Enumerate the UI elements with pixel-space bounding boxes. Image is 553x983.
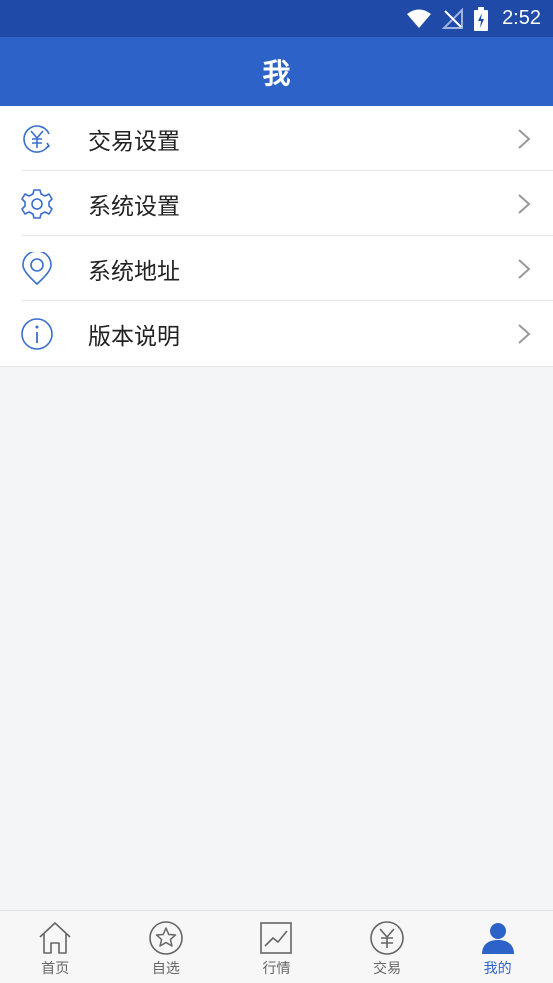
yen-refresh-icon (23, 125, 51, 153)
location-pin-icon (22, 252, 52, 286)
menu-item-label: 交易设置 (88, 128, 180, 155)
home-icon (39, 922, 71, 954)
settings-menu: 交易设置 系统设置 系统地址 版本说明 (0, 106, 553, 367)
tab-label: 首页 (41, 961, 70, 977)
page-title: 我 (262, 56, 291, 90)
yen-icon (370, 921, 404, 955)
chart-icon (260, 922, 293, 954)
tab-label: 我的 (483, 961, 512, 977)
menu-item-system-address[interactable]: 系统地址 (0, 236, 553, 301)
menu-item-label: 系统地址 (88, 258, 180, 285)
bottom-tab-bar: 首页 自选 行情 交易 我的 (0, 910, 553, 983)
tab-label: 行情 (262, 961, 291, 977)
menu-item-version-info[interactable]: 版本说明 (0, 301, 553, 366)
tab-trade[interactable]: 交易 (332, 911, 443, 983)
chevron-right-icon (518, 324, 531, 344)
status-icons: 2:52 (406, 0, 541, 37)
status-time: 2:52 (502, 7, 541, 29)
tab-label: 交易 (373, 961, 402, 977)
info-icon (21, 318, 53, 350)
chevron-right-icon (518, 259, 531, 279)
menu-item-label: 系统设置 (88, 193, 180, 220)
gear-icon (21, 189, 53, 219)
menu-item-trade-settings[interactable]: 交易设置 (0, 106, 553, 171)
tab-home[interactable]: 首页 (0, 911, 111, 983)
menu-item-system-settings[interactable]: 系统设置 (0, 171, 553, 236)
star-icon (149, 921, 183, 955)
tab-watchlist[interactable]: 自选 (111, 911, 222, 983)
user-icon (481, 923, 514, 954)
tab-market[interactable]: 行情 (221, 911, 332, 983)
title-bar: 我 (0, 37, 553, 106)
tab-mine[interactable]: 我的 (442, 911, 553, 983)
no-signal-icon (442, 7, 464, 29)
wifi-icon (407, 9, 432, 28)
battery-charging-icon (474, 6, 489, 31)
chevron-right-icon (518, 194, 531, 214)
menu-item-label: 版本说明 (88, 323, 180, 350)
chevron-right-icon (518, 129, 531, 149)
status-bar: 2:52 (0, 0, 553, 37)
tab-label: 自选 (151, 961, 180, 977)
